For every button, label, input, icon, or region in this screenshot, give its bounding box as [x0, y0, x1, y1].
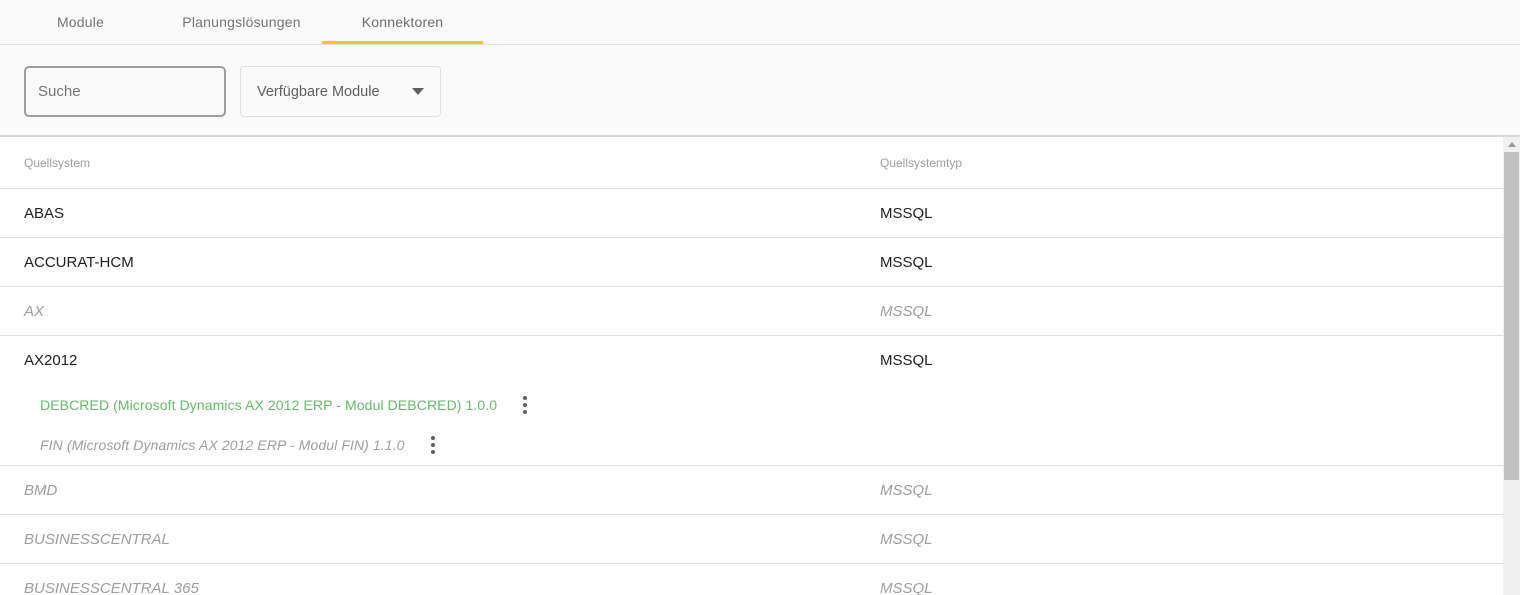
- more-vert-icon[interactable]: [519, 392, 531, 418]
- table-header-row: Quellsystem Quellsystemtyp: [0, 137, 1503, 189]
- tab-module[interactable]: Module: [0, 0, 161, 44]
- quellsystem-cell: BMD: [0, 482, 880, 499]
- tab-bar: Module Planungslösungen Konnektoren: [0, 0, 1520, 45]
- quellsystemtyp-cell: MSSQL: [880, 205, 1503, 222]
- table-row-abas[interactable]: ABAS MSSQL: [0, 189, 1503, 238]
- column-header-quellsystem: Quellsystem: [0, 156, 880, 170]
- vertical-scrollbar[interactable]: [1503, 137, 1520, 595]
- table-row-businesscentral[interactable]: BUSINESSCENTRAL MSSQL: [0, 515, 1503, 564]
- quellsystem-cell: BUSINESSCENTRAL: [0, 531, 880, 548]
- connector-label: DEBCRED (Microsoft Dynamics AX 2012 ERP …: [40, 397, 497, 413]
- table-row-ax2012-expanded: AX2012 MSSQL DEBCRED (Microsoft Dynamics…: [0, 336, 1503, 466]
- konnektoren-page: Module Planungslösungen Konnektoren Verf…: [0, 0, 1520, 595]
- table-row-bmd[interactable]: BMD MSSQL: [0, 466, 1503, 515]
- connector-row-fin: FIN (Microsoft Dynamics AX 2012 ERP - Mo…: [0, 425, 1503, 465]
- quellsystem-cell: ABAS: [0, 205, 880, 222]
- konnektoren-table: Quellsystem Quellsystemtyp ABAS MSSQL AC…: [0, 137, 1503, 595]
- filter-bar: Verfügbare Module: [0, 45, 1520, 137]
- search-input[interactable]: [24, 66, 226, 117]
- table-row-ax2012[interactable]: AX2012 MSSQL: [0, 336, 1503, 385]
- quellsystemtyp-cell: MSSQL: [880, 254, 1503, 271]
- connector-table-container: Quellsystem Quellsystemtyp ABAS MSSQL AC…: [0, 137, 1520, 595]
- quellsystemtyp-cell: MSSQL: [880, 531, 1503, 548]
- scrollbar-up-icon[interactable]: [1503, 137, 1520, 152]
- table-row-accurat-hcm[interactable]: ACCURAT-HCM MSSQL: [0, 238, 1503, 287]
- table-row-ax[interactable]: AX MSSQL: [0, 287, 1503, 336]
- connector-label: FIN (Microsoft Dynamics AX 2012 ERP - Mo…: [40, 437, 405, 453]
- tab-konnektoren[interactable]: Konnektoren: [322, 0, 483, 44]
- scrollbar-thumb[interactable]: [1504, 152, 1519, 480]
- quellsystemtyp-cell: MSSQL: [880, 580, 1503, 595]
- module-filter-select[interactable]: Verfügbare Module: [240, 66, 441, 117]
- quellsystem-cell: AX2012: [0, 352, 880, 369]
- column-header-quellsystemtyp: Quellsystemtyp: [880, 156, 1503, 170]
- quellsystemtyp-cell: MSSQL: [880, 352, 1503, 369]
- more-vert-icon[interactable]: [427, 432, 439, 458]
- module-filter-value: Verfügbare Module: [257, 84, 380, 100]
- connector-row-debcred: DEBCRED (Microsoft Dynamics AX 2012 ERP …: [0, 385, 1503, 425]
- chevron-down-icon: [412, 88, 424, 95]
- tab-planungsloesungen[interactable]: Planungslösungen: [161, 0, 322, 44]
- table-row-businesscentral-365[interactable]: BUSINESSCENTRAL 365 MSSQL: [0, 564, 1503, 595]
- quellsystem-cell: AX: [0, 303, 880, 320]
- quellsystemtyp-cell: MSSQL: [880, 303, 1503, 320]
- quellsystem-cell: BUSINESSCENTRAL 365: [0, 580, 880, 595]
- quellsystem-cell: ACCURAT-HCM: [0, 254, 880, 271]
- quellsystemtyp-cell: MSSQL: [880, 482, 1503, 499]
